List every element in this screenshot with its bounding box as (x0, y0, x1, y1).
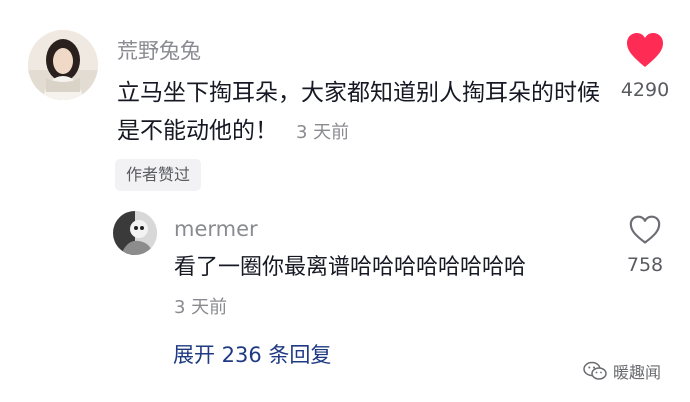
reply-like-count: 758 (626, 254, 664, 276)
heart-outline-icon (629, 215, 661, 244)
heart-filled-icon (627, 33, 663, 67)
reply-avatar[interactable] (113, 211, 157, 255)
expand-replies-link[interactable]: 展开 236 条回复 (173, 341, 331, 369)
like-button[interactable] (620, 32, 670, 72)
watermark: 暖趣闻 (583, 358, 661, 384)
avatar[interactable] (28, 30, 98, 100)
watermark-text: 暖趣闻 (613, 363, 662, 382)
author-liked-badge: 作者赞过 (115, 159, 202, 191)
reply-text: 看了一圈你最离谱哈哈哈哈哈哈哈哈 (174, 255, 527, 280)
reply-time: 3 天前 (174, 297, 228, 318)
comment-time: 3 天前 (296, 122, 350, 143)
comment-text: 立马坐下掏耳朵，大家都知道别人掏耳朵的时候是不能动他的！ 3 天前 (117, 74, 607, 152)
user-photo-icon (28, 30, 98, 100)
reply-username[interactable]: mermer (174, 216, 258, 242)
reply-like-button[interactable] (624, 215, 666, 249)
comment-username[interactable]: 荒野兔兔 (117, 38, 201, 64)
wechat-logo-icon (583, 361, 607, 380)
user-photo-icon (113, 211, 157, 255)
comment-body: 立马坐下掏耳朵，大家都知道别人掏耳朵的时候是不能动他的！ (117, 80, 600, 144)
like-count: 4290 (620, 79, 670, 101)
